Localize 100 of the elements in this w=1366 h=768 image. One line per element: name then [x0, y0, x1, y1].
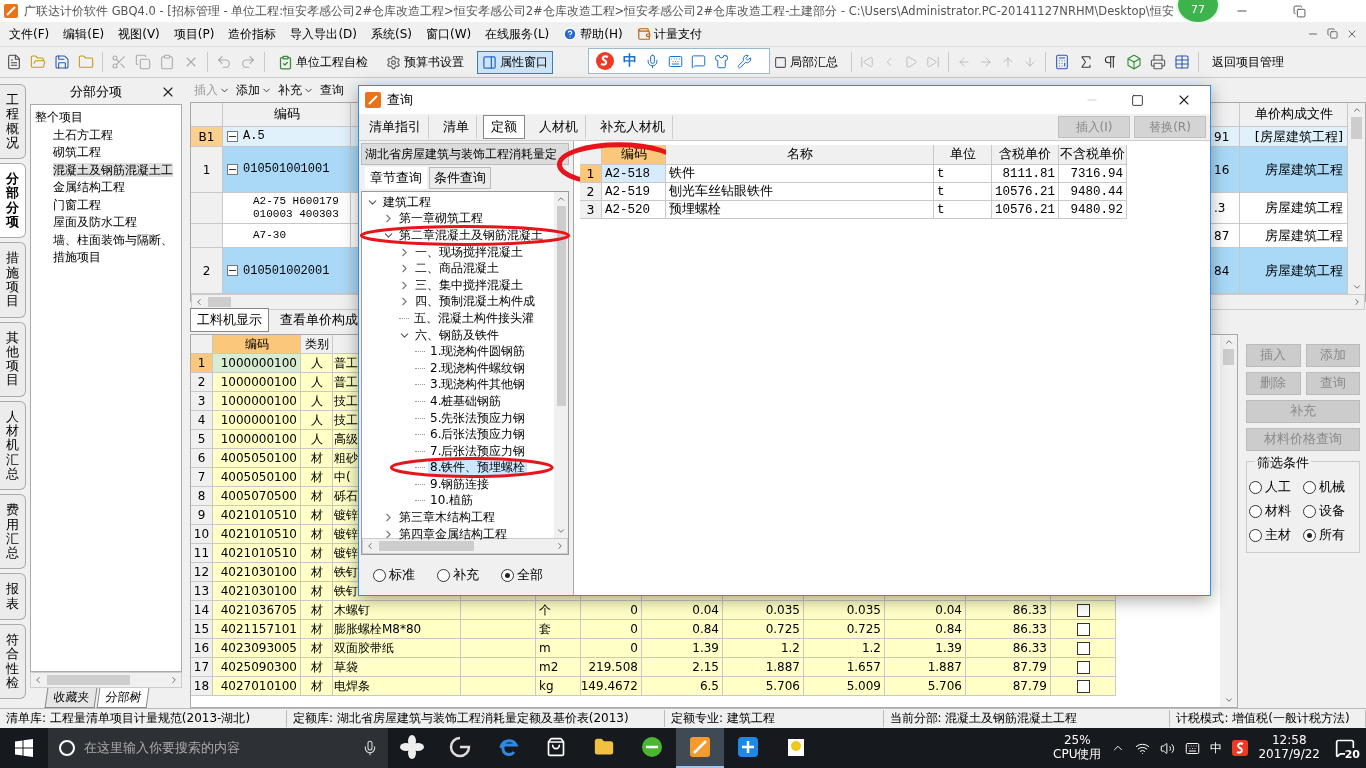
- radio-option[interactable]: 设备: [1303, 502, 1357, 520]
- scroll-thumb[interactable]: [1351, 117, 1362, 139]
- menu-item[interactable]: 计量支付: [629, 23, 709, 45]
- printer-icon[interactable]: [1150, 54, 1166, 70]
- tree-item[interactable]: 墙、柱面装饰与隔断、: [53, 232, 173, 247]
- panel-tab[interactable]: 分部树: [96, 688, 150, 708]
- menu-item[interactable]: 在线服务(L): [478, 23, 557, 45]
- tree-item[interactable]: 混凝土及钢筋混凝土工: [53, 162, 173, 177]
- tree-item[interactable]: 六、钢筋及铁件: [413, 326, 501, 344]
- column-header[interactable]: 编码: [213, 335, 301, 354]
- cube-icon[interactable]: [1126, 54, 1142, 70]
- tree-item[interactable]: 措施项目: [53, 250, 101, 264]
- menu-item[interactable]: 文件(F): [2, 23, 57, 45]
- clock[interactable]: 12:58 2017/9/22: [1258, 734, 1320, 762]
- search-field[interactable]: 在这里输入你要搜索的内容: [48, 728, 388, 768]
- scroll-thumb[interactable]: [379, 541, 474, 551]
- scroll-thumb[interactable]: [1223, 349, 1234, 365]
- formula-icon[interactable]: [1078, 54, 1094, 70]
- notification-button[interactable]: 20: [1330, 733, 1360, 763]
- checkbox[interactable]: [1076, 622, 1090, 636]
- side-tab[interactable]: 符合性检: [0, 624, 26, 700]
- scroll-thumb[interactable]: [556, 206, 566, 406]
- dialog-tab[interactable]: 清单: [435, 115, 477, 139]
- side-tab[interactable]: 其他项目: [0, 321, 26, 397]
- dialog-tab[interactable]: 定额: [483, 115, 525, 139]
- microphone-icon[interactable]: [645, 53, 660, 69]
- calculator-icon[interactable]: [1054, 54, 1070, 70]
- menu-item[interactable]: 帮助(H): [556, 23, 630, 45]
- menu-item[interactable]: 项目(P): [166, 23, 222, 45]
- grid-toolbar-button[interactable]: 添加: [234, 80, 274, 100]
- grid-toolbar-button[interactable]: 补充: [276, 80, 316, 100]
- scrollbar[interactable]: [554, 192, 568, 538]
- tree-item[interactable]: 建筑工程: [381, 193, 433, 211]
- collapse-icon[interactable]: [227, 164, 238, 175]
- dialog-tab[interactable]: 补充人材机: [592, 115, 673, 139]
- library-select[interactable]: 湖北省房屋建筑与装饰工程消耗量定: [361, 143, 569, 165]
- maximize-icon[interactable]: [1131, 93, 1144, 107]
- tree-item[interactable]: 三、集中搅拌混凝土: [413, 276, 525, 294]
- ime-mode[interactable]: 中: [623, 52, 637, 70]
- side-tab[interactable]: 分部分项: [0, 163, 26, 239]
- table-icon[interactable]: [1174, 54, 1190, 70]
- ime-toolbar[interactable]: 中: [588, 48, 770, 74]
- collapse-icon[interactable]: [227, 265, 238, 277]
- keyboard-icon[interactable]: [1185, 740, 1201, 756]
- scrollbar[interactable]: [30, 672, 182, 688]
- collapse-icon[interactable]: [227, 131, 238, 142]
- toolbar-button[interactable]: 属性窗口: [477, 50, 553, 74]
- menu-item[interactable]: 编辑(E): [56, 23, 112, 45]
- ime-logo-icon[interactable]: [1232, 740, 1249, 756]
- microphone-icon[interactable]: [362, 740, 378, 756]
- tree-item[interactable]: 土石方工程: [53, 127, 113, 142]
- scroll-thumb[interactable]: [208, 297, 231, 308]
- toolbar-button[interactable]: 预算书设置: [381, 50, 469, 74]
- column-header[interactable]: 单价构成文件: [1240, 103, 1348, 126]
- toolbar-button[interactable]: 单位工程自检: [273, 50, 373, 74]
- open-folder-icon[interactable]: [30, 54, 46, 70]
- tree-item[interactable]: 四、预制混凝土构件成: [413, 293, 537, 311]
- wrench-icon[interactable]: [737, 53, 752, 69]
- restore-icon[interactable]: [1327, 28, 1338, 39]
- column-header[interactable]: 编码: [223, 103, 351, 126]
- side-tab[interactable]: 人材机汇总: [0, 400, 26, 491]
- scrollbar[interactable]: [1348, 103, 1365, 295]
- toolbar-button[interactable]: 返回项目管理: [1207, 50, 1289, 74]
- panel-tab[interactable]: 收藏夹: [44, 688, 98, 708]
- tree-item[interactable]: 门窗工程: [53, 197, 101, 212]
- radio-option[interactable]: 人工: [1249, 478, 1303, 496]
- checkbox[interactable]: [1076, 603, 1090, 617]
- grid-toolbar-button[interactable]: 查询: [318, 80, 346, 100]
- chat-icon[interactable]: [691, 53, 706, 69]
- column-header[interactable]: 不含税单价: [1059, 145, 1127, 165]
- restore-icon[interactable]: [1293, 4, 1306, 18]
- cut-icon[interactable]: [111, 54, 127, 70]
- paste-icon[interactable]: [159, 54, 175, 70]
- shirt-icon[interactable]: [714, 53, 729, 69]
- radio-option[interactable]: 主材: [1249, 526, 1303, 544]
- ime-indicator[interactable]: 中: [1210, 739, 1223, 757]
- scrollbar[interactable]: [362, 538, 568, 554]
- tree-item[interactable]: 整个项目: [35, 110, 83, 124]
- toolbar-button[interactable]: 局部汇总: [769, 50, 843, 74]
- radio-option[interactable]: 标准: [373, 566, 415, 584]
- menu-item[interactable]: 系统(S): [364, 23, 419, 45]
- tree-item[interactable]: 屋面及防水工程: [53, 215, 137, 229]
- scroll-thumb[interactable]: [47, 675, 130, 685]
- radio-option[interactable]: 机械: [1303, 478, 1357, 496]
- tree-item[interactable]: 五、混凝土构件接头灌: [412, 309, 536, 327]
- cpu-meter[interactable]: 25% CPU使用: [1053, 734, 1102, 762]
- dialog-tab[interactable]: 清单指引: [361, 115, 429, 139]
- side-tab[interactable]: 报表: [0, 573, 26, 620]
- tree-item[interactable]: 第一章砌筑工程: [397, 210, 485, 228]
- side-tab[interactable]: 措施项目: [0, 242, 26, 318]
- menu-item[interactable]: 视图(V): [111, 23, 167, 45]
- column-header[interactable]: 单位: [934, 145, 992, 165]
- query-tab[interactable]: 章节查询: [365, 167, 427, 189]
- column-header[interactable]: 含税单价: [992, 145, 1059, 165]
- new-file-icon[interactable]: [6, 54, 22, 70]
- side-tab[interactable]: 工程概况: [0, 84, 26, 160]
- tree-item[interactable]: 二、商品混凝土: [413, 260, 501, 278]
- copy-icon[interactable]: [135, 54, 151, 70]
- menu-item[interactable]: 窗口(W): [419, 23, 479, 45]
- query-tab[interactable]: 条件查询: [429, 167, 491, 189]
